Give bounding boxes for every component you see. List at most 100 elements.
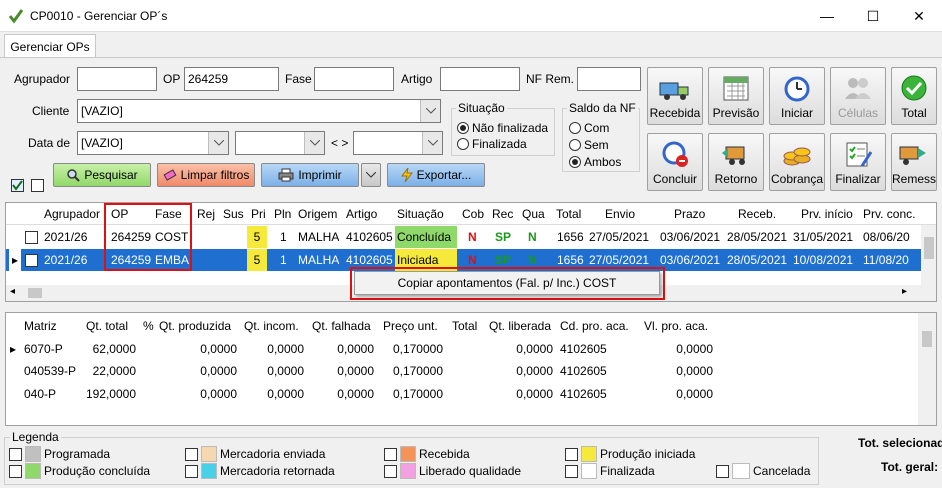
retorno-button[interactable]: Retorno [708, 133, 764, 191]
legend-item-mercadoria-enviada[interactable]: Mercadoria enviada [185, 446, 325, 462]
minimize-button[interactable]: — [804, 0, 850, 32]
col-qt-falhada[interactable]: Qt. falhada [312, 315, 371, 337]
radio-sem[interactable]: Sem [569, 138, 609, 152]
op-input[interactable]: 264259 [184, 67, 279, 91]
artigo-input[interactable] [440, 67, 520, 91]
col-prazo[interactable]: Prazo [674, 203, 705, 225]
legend-item-liberado-qualidade[interactable]: Liberado qualidade [384, 463, 521, 479]
row-checkbox[interactable] [25, 231, 38, 244]
imprimir-dropdown-button[interactable] [361, 163, 381, 187]
radio-finalizada[interactable]: Finalizada [457, 137, 527, 151]
legend-item-recebida[interactable]: Recebida [384, 446, 470, 462]
col-receb[interactable]: Receb. [738, 203, 776, 225]
title-bar: CP0010 - Gerenciar OP´s — ☐ ✕ [0, 0, 942, 32]
nfrem-label: NF Rem. [526, 72, 574, 86]
col-qt-produzida[interactable]: Qt. produzida [159, 315, 231, 337]
col-envio[interactable]: Envio [605, 203, 635, 225]
pesquisar-button[interactable]: Pesquisar [53, 163, 151, 187]
range-separator: < > [331, 136, 349, 150]
fase-label: Fase [285, 72, 312, 86]
op-label: OP [163, 72, 181, 86]
legend-item-producao-concluida[interactable]: Produção concluída [9, 463, 150, 479]
col-percent[interactable]: % [143, 315, 154, 337]
eraser-icon [163, 169, 177, 181]
truck-send-icon [897, 139, 931, 169]
col-sus[interactable]: Sus [223, 203, 244, 225]
concluir-button[interactable]: Concluir [647, 133, 703, 191]
tab-gerenciar-ops[interactable]: Gerenciar OPs [4, 34, 96, 58]
data-type-dropdown[interactable]: [VAZIO] [77, 131, 229, 155]
vertical-scrollbar[interactable] [921, 225, 936, 301]
col-origem[interactable]: Origem [298, 203, 337, 225]
total-general-label: Tot. geral: [881, 460, 939, 474]
iniciar-button[interactable]: Iniciar [769, 67, 825, 125]
col-total[interactable]: Total [452, 315, 477, 337]
imprimir-button[interactable]: Imprimir [261, 163, 359, 187]
date-to-picker[interactable] [353, 131, 443, 155]
date-from-picker[interactable] [235, 131, 325, 155]
total-button[interactable]: Total [891, 67, 937, 125]
limpar-filtros-button[interactable]: Limpar filtros [157, 163, 255, 187]
radio-icon [457, 122, 469, 134]
select-all-checkbox[interactable] [11, 179, 24, 192]
col-vl-pro-aca[interactable]: Vl. pro. aca. [644, 315, 708, 337]
finalizar-button[interactable]: Finalizar [830, 133, 886, 191]
fase-input[interactable] [314, 67, 394, 91]
recebida-button[interactable]: Recebida [647, 67, 703, 125]
agrupador-input[interactable] [77, 67, 157, 91]
cobranca-button[interactable]: Cobrança [769, 133, 825, 191]
col-qt-liberada[interactable]: Qt. liberada [489, 315, 551, 337]
col-qt-total[interactable]: Qt. total [86, 315, 128, 337]
remessa-button[interactable]: Remess [891, 133, 937, 191]
col-qt-incom[interactable]: Qt. incom. [244, 315, 299, 337]
chevron-down-icon[interactable] [420, 100, 440, 122]
exportar-button[interactable]: Exportar... [387, 163, 485, 187]
legend-item-mercadoria-retornada[interactable]: Mercadoria retornada [185, 463, 335, 479]
legend-item-finalizada[interactable]: Finalizada [565, 463, 655, 479]
scroll-thumb[interactable] [922, 331, 932, 347]
legend-item-programada[interactable]: Programada [9, 446, 110, 462]
col-situacao[interactable]: Situação [397, 203, 444, 225]
legend-item-cancelada[interactable]: Cancelada [716, 463, 810, 479]
col-pri[interactable]: Pri [251, 203, 266, 225]
scroll-right-icon[interactable]: ▸ [902, 286, 907, 297]
col-agrupador[interactable]: Agrupador [44, 203, 100, 225]
row-checkbox[interactable] [25, 254, 38, 267]
col-pln[interactable]: Pln [274, 203, 291, 225]
scroll-left-icon[interactable]: ◂ [10, 286, 15, 297]
col-cob[interactable]: Cob [462, 203, 484, 225]
radio-ambos[interactable]: Ambos [569, 155, 621, 169]
radio-nao-finalizada[interactable]: Não finalizada [457, 121, 548, 135]
deselect-all-checkbox[interactable] [31, 179, 44, 192]
close-button[interactable]: ✕ [896, 0, 942, 32]
context-menu-copy-apontamentos[interactable]: Copiar apontamentos (Fal. p/ Inc.) COST [354, 271, 660, 295]
previsao-button[interactable]: Previsão [708, 67, 764, 125]
col-preco-unt[interactable]: Preço unt. [383, 315, 438, 337]
col-rej[interactable]: Rej [197, 203, 215, 225]
chevron-down-icon[interactable] [208, 132, 228, 154]
scroll-thumb[interactable] [924, 237, 934, 259]
col-qua[interactable]: Qua [522, 203, 545, 225]
chevron-down-icon[interactable] [422, 132, 442, 154]
vertical-scrollbar[interactable] [918, 313, 936, 425]
legend-item-producao-iniciada[interactable]: Produção iniciada [565, 446, 695, 462]
col-rec[interactable]: Rec [492, 203, 513, 225]
nfrem-input[interactable] [577, 67, 641, 91]
radio-com[interactable]: Com [569, 121, 609, 135]
col-prv-inicio[interactable]: Prv. início [801, 203, 853, 225]
chevron-down-icon[interactable] [304, 132, 324, 154]
priority-cell: 5 [247, 249, 267, 271]
maximize-button[interactable]: ☐ [850, 0, 896, 32]
matrices-grid[interactable]: Matriz Qt. total % Qt. produzida Qt. inc… [5, 312, 937, 426]
celulas-button[interactable]: Células [830, 67, 886, 125]
cliente-dropdown[interactable]: [VAZIO] [77, 99, 441, 123]
col-prv-conc[interactable]: Prv. conc. [863, 203, 915, 225]
col-matriz[interactable]: Matriz [24, 315, 57, 337]
col-artigo[interactable]: Artigo [346, 203, 377, 225]
table-row[interactable]: 040539-P 22,0000 0,0000 0,0000 0,0000 0,… [6, 360, 918, 382]
table-row[interactable]: ▸ 6070-P 62,0000 0,0000 0,0000 0,0000 0,… [6, 338, 918, 360]
col-cd-pro-aca[interactable]: Cd. pro. aca. [560, 315, 629, 337]
table-row[interactable]: 040-P 192,0000 0,0000 0,0000 0,0000 0,17… [6, 383, 918, 405]
scroll-thumb[interactable] [28, 288, 42, 298]
col-total[interactable]: Total [556, 203, 581, 225]
